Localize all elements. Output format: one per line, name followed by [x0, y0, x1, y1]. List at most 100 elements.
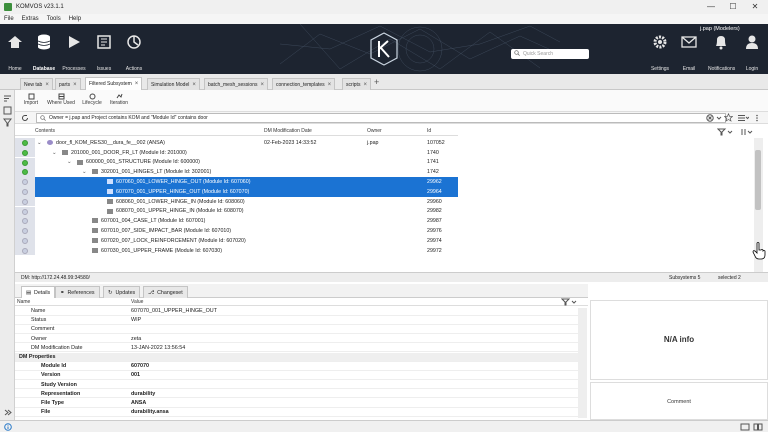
chevron-down-icon[interactable]: ⌄	[82, 169, 86, 175]
property-row[interactable]: Status WIP	[15, 316, 578, 325]
chevron-down-icon[interactable]: ⌄	[67, 159, 71, 165]
close-icon[interactable]: ×	[260, 82, 264, 88]
toolbar-issues[interactable]: Issues	[91, 30, 117, 72]
toolbar-email[interactable]: Email	[676, 30, 702, 72]
toolbar-actions[interactable]: Actions	[121, 30, 147, 72]
subsystems-count: Subsystems 5	[669, 275, 701, 281]
property-row[interactable]: Representation durability	[15, 390, 578, 399]
properties-scrollbar[interactable]	[578, 308, 587, 418]
refresh-icon[interactable]	[21, 114, 29, 122]
bell-icon	[708, 30, 734, 54]
close-icon[interactable]: ×	[73, 82, 77, 88]
sort-icon[interactable]	[3, 94, 12, 103]
toolbar-processes[interactable]: Processes	[61, 30, 87, 72]
where-used-button[interactable]: Where Used	[45, 92, 77, 106]
tab-filtered-subsystem[interactable]: Filtered Subsystem ×	[85, 77, 143, 90]
property-row[interactable]: Study Version	[15, 381, 578, 390]
column-owner[interactable]: Owner	[367, 128, 382, 134]
list-view-icon[interactable]	[737, 114, 749, 122]
layers-icon[interactable]	[3, 106, 12, 115]
tree-row[interactable]: ⌄ 600000_001_STRUCTURE (Module Id: 600000…	[15, 157, 458, 168]
tree-row[interactable]: 607060_001_LOWER_HINGE_OUT (Module Id: 6…	[15, 177, 458, 187]
window-icon[interactable]	[740, 423, 750, 431]
tree-row[interactable]: ⌄ 201000_001_DOOR_FR_LT (Module Id: 20100…	[15, 147, 458, 158]
tree-row[interactable]: 608070_001_UPPER_HINGE_IN (Module Id: 60…	[15, 206, 458, 217]
tree-row[interactable]: 607001_004_CASE_LT (Module Id: 607001) 29…	[15, 216, 458, 226]
close-icon[interactable]: ×	[192, 82, 196, 88]
iteration-button[interactable]: Iteration	[107, 92, 131, 106]
more-options-icon[interactable]	[753, 114, 761, 122]
tab-scripts[interactable]: scripts ×	[342, 78, 371, 90]
property-row[interactable]: File durability.ansa	[15, 408, 578, 417]
filter-input[interactable]: Owner = j.pap and Project contains KOM a…	[36, 113, 726, 123]
toolbar-settings[interactable]: Settings	[647, 30, 673, 72]
status-dot-icon	[22, 140, 28, 146]
tree-row[interactable]: 607030_001_UPPER_FRAME (Module Id: 60703…	[15, 245, 458, 256]
column-dm-modification-date[interactable]: DM Modification Date	[264, 128, 312, 134]
tab-batch-mesh-sessions[interactable]: batch_mesh_sessions ×	[204, 78, 268, 90]
import-button[interactable]: Import	[21, 92, 41, 106]
close-icon[interactable]: ×	[328, 82, 332, 88]
close-icon[interactable]: ×	[135, 81, 139, 87]
menu-extras[interactable]: Extras	[22, 16, 39, 22]
tree-row[interactable]: 608060_001_LOWER_HINGE_IN (Module Id: 60…	[15, 196, 458, 207]
main-toolbar: Home Database Processes Issues Actions S…	[0, 24, 768, 74]
menu-help[interactable]: Help	[69, 16, 81, 22]
property-row[interactable]: Name 607070_001_UPPER_HINGE_OUT	[15, 307, 578, 316]
chevron-down-icon[interactable]: ⌄	[37, 140, 41, 146]
property-row[interactable]: Version 001	[15, 371, 578, 380]
info-icon[interactable]	[4, 423, 12, 431]
add-tab-button[interactable]: +	[374, 77, 379, 87]
clear-filter-icon[interactable]	[706, 114, 714, 122]
column-filter-icon[interactable]	[717, 128, 739, 136]
filter-icon[interactable]	[3, 118, 12, 127]
property-group[interactable]: DM Properties	[15, 353, 578, 362]
menu-file[interactable]: File	[4, 16, 14, 22]
toolbar-login[interactable]: Login	[739, 30, 765, 72]
property-row[interactable]: File Type ANSA	[15, 399, 578, 408]
tab-label: Simulation Model	[151, 81, 190, 88]
property-row[interactable]: DM Modification Date 13-JAN-2022 13:56:54	[15, 344, 578, 353]
quick-search-input[interactable]: Quick Search	[511, 49, 589, 59]
property-row[interactable]: Module Id 607070	[15, 362, 578, 371]
close-button[interactable]: ✕	[744, 0, 766, 14]
property-row[interactable]: Comment	[15, 325, 578, 334]
tile-icon[interactable]	[753, 423, 763, 431]
maximize-button[interactable]: ☐	[722, 0, 744, 14]
columns-menu-icon[interactable]	[741, 128, 753, 136]
lifecycle-button[interactable]: Lifecycle	[81, 92, 103, 106]
tree-row[interactable]: 607010_007_SIDE_IMPACT_BAR (Module Id: 6…	[15, 226, 458, 236]
row-gutter	[15, 216, 35, 226]
properties-filter-icon[interactable]	[561, 298, 583, 306]
tree-row[interactable]: 607020_007_LOCK_REINFORCEMENT (Module Id…	[15, 236, 458, 246]
tree-row[interactable]: ⌄ door_fl_KOM_RES30__dura_fe__002 (ANSA) 0…	[15, 138, 458, 148]
tab-references[interactable]: ⚭ References	[55, 286, 100, 298]
chevron-down-icon[interactable]	[715, 114, 723, 122]
tab-connection-templates[interactable]: connection_templates ×	[272, 78, 336, 90]
tree-row[interactable]: ⌄ 302001_001_HINGES_LT (Module Id: 302001…	[15, 167, 458, 177]
toolbar-notifications[interactable]: Notifications	[708, 30, 735, 72]
tab-details[interactable]: ▤ Details	[21, 286, 56, 298]
close-icon[interactable]: ×	[363, 82, 367, 88]
star-icon[interactable]	[724, 113, 733, 122]
tab-label: Filtered Subsystem	[89, 81, 132, 87]
column-id[interactable]: Id	[427, 128, 431, 134]
menu-tools[interactable]: Tools	[47, 16, 61, 22]
tab-updates[interactable]: ↻ Updates	[103, 286, 141, 298]
tab-simulation-model[interactable]: Simulation Model ×	[147, 78, 200, 90]
tab-parts[interactable]: parts ×	[55, 78, 81, 90]
tab-changeset[interactable]: ⎇ Changeset	[143, 286, 188, 298]
property-row[interactable]: Owner zeta	[15, 335, 578, 344]
bottom-bar	[0, 420, 768, 432]
close-icon[interactable]: ×	[45, 82, 49, 88]
column-contents[interactable]: Contents	[35, 128, 55, 134]
scrollbar-thumb[interactable]	[755, 150, 761, 210]
expand-panel-icon[interactable]	[3, 408, 12, 417]
minimize-button[interactable]: —	[700, 0, 722, 14]
toolbar-database[interactable]: Database	[31, 30, 57, 72]
tree-row[interactable]: 607070_001_UPPER_HINGE_OUT (Module Id: 6…	[15, 187, 458, 197]
tab-new-tab[interactable]: New tab ×	[20, 78, 53, 90]
chevron-down-icon[interactable]: ⌄	[52, 150, 56, 156]
toolbar-home[interactable]: Home	[2, 30, 28, 72]
row-date: 02-Feb-2023 14:33:52	[264, 139, 317, 146]
